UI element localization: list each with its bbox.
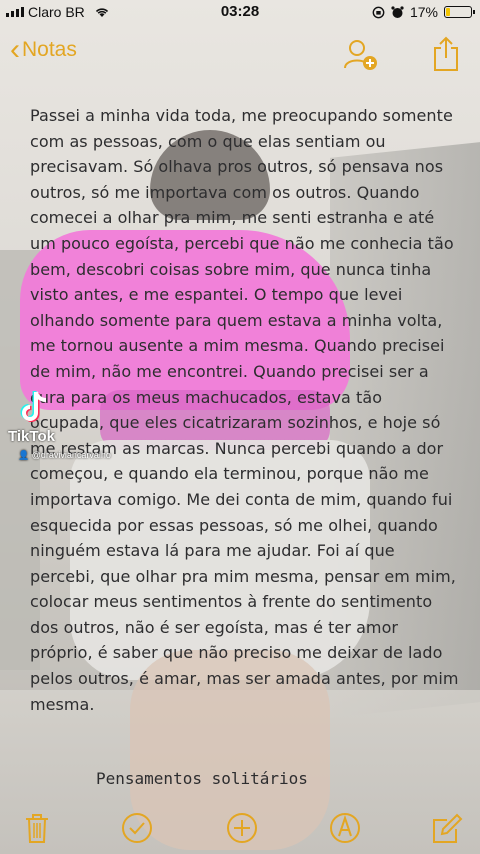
status-bar: Claro BR 03:28 17%	[0, 0, 480, 24]
add-icon[interactable]	[225, 811, 259, 845]
navigation-bar: ‹ Notas	[0, 28, 480, 78]
note-body[interactable]: Passei a minha vida toda, me preocupando…	[30, 103, 460, 717]
back-button[interactable]: ‹ Notas	[10, 33, 77, 66]
alarm-icon	[391, 5, 404, 18]
back-label: Notas	[22, 38, 77, 61]
markup-icon[interactable]	[328, 811, 362, 845]
battery-icon	[444, 6, 475, 18]
tiktok-brand: TikTok	[8, 428, 55, 445]
checklist-icon[interactable]	[120, 811, 154, 845]
user-icon: 👤	[18, 450, 32, 460]
note-signature: Pensamentos solitários	[96, 769, 308, 788]
orientation-lock-icon	[372, 6, 385, 18]
share-icon[interactable]	[432, 36, 460, 72]
compose-icon[interactable]	[430, 811, 464, 845]
bottom-toolbar	[0, 805, 480, 854]
add-person-icon[interactable]	[342, 36, 378, 72]
tiktok-handle: 👤 @draviviancarvalho	[18, 450, 111, 460]
battery-percent: 17%	[409, 4, 438, 20]
tiktok-logo-icon	[20, 391, 47, 422]
trash-icon[interactable]	[20, 811, 54, 845]
chevron-left-icon: ‹	[10, 33, 20, 66]
